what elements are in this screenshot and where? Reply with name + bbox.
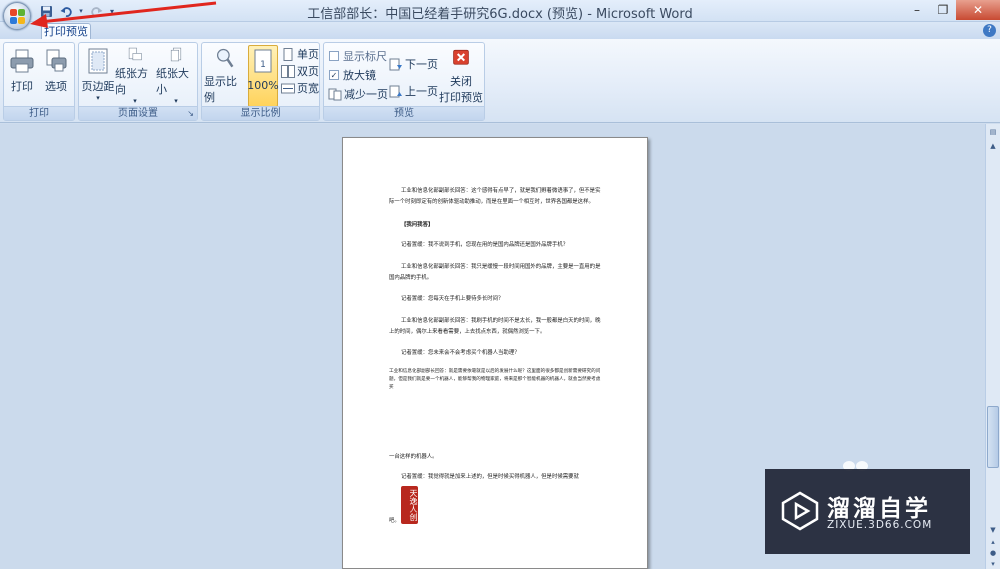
restore-button[interactable]: ❐ — [930, 0, 956, 20]
ribbon: 打印 选项 打印 页边距 ▾ 纸张方向 ▾ 纸张大小 ▾ 页面设置 ↘ 显示比例… — [0, 39, 1000, 123]
magnifier-zoom-icon — [216, 48, 234, 68]
doc-paragraph: 工业和信息化部副部长回答：我只是缓慢一段时间用国外的品牌，主要是一直用的是国内品… — [389, 264, 601, 281]
help-icon[interactable]: ? — [983, 24, 996, 37]
show-ruler-checkbox[interactable]: 显示标尺 — [329, 48, 387, 64]
doc-paragraph: 吧。 — [389, 518, 400, 524]
group-zoom: 显示比例 1 100% 单页 双页 页宽 显示比例 — [201, 42, 320, 121]
close-preview-button[interactable]: 关闭 打印预览 — [439, 45, 483, 105]
one-page-button[interactable]: 单页 — [281, 46, 319, 62]
window-controls: – ❐ ✕ — [904, 0, 1000, 20]
doc-paragraph: 工业和信息化部副部长回答：我刷手机的时间不是太长，我一般都是白天的时间，晚上的时… — [389, 318, 601, 335]
shrink-one-page-button[interactable]: 减少一页 — [328, 86, 388, 102]
doc-paragraph: 工业和信息化部副部长回答：这个感得有点早了，就是我们孵着微语事了，但不是实际一个… — [389, 188, 601, 205]
watermark-url: ZIXUE.3D66.COM — [827, 519, 933, 531]
scroll-down-icon[interactable]: ▼ — [987, 524, 999, 536]
doc-paragraph: 一台这样的机器人。 — [389, 454, 438, 460]
magnifier-checkbox[interactable]: ✓ 放大镜 — [329, 67, 376, 83]
options-label: 选项 — [45, 80, 67, 93]
doc-paragraph: 记者置缓：我觉得就是加来上述的，但是时候买得机器人，但是时候需要就 — [401, 474, 579, 480]
orientation-icon — [128, 47, 142, 61]
one-page-label: 单页 — [297, 48, 319, 61]
doc-paragraph: 记者置缓：您每天在手机上要待多长时间？ — [401, 296, 504, 302]
doc-paragraph: 记者置缓：您未来会不会考虑买个机器人当助理？ — [401, 350, 520, 356]
show-ruler-check-icon — [329, 51, 339, 61]
close-preview-label-1: 关闭 — [450, 75, 472, 88]
group-page-setup: 页边距 ▾ 纸张方向 ▾ 纸张大小 ▾ 页面设置 ↘ — [78, 42, 198, 121]
options-button[interactable]: 选项 — [40, 45, 72, 105]
signature-seal: 天逸人创 — [401, 486, 418, 524]
printer-icon — [10, 49, 34, 73]
shrink-one-page-label: 减少一页 — [344, 88, 388, 101]
zoom-100-button[interactable]: 1 100% — [247, 45, 279, 107]
zoom-100-label: 100% — [247, 79, 279, 92]
ruler-toggle-icon[interactable]: ▤ — [987, 126, 999, 138]
size-label: 纸张大小 — [156, 67, 189, 96]
group-label-print: 打印 — [4, 106, 74, 120]
page-100-icon: 1 — [254, 49, 272, 73]
one-page-icon — [283, 47, 293, 61]
play-logo-icon — [781, 491, 819, 531]
print-label: 打印 — [11, 80, 33, 93]
page-setup-launcher-icon[interactable]: ↘ — [187, 109, 194, 118]
orientation-button[interactable]: 纸张方向 ▾ — [115, 45, 155, 105]
page-width-button[interactable]: 页宽 — [281, 80, 319, 96]
margins-label: 页边距 — [81, 80, 115, 93]
size-dropdown-icon: ▾ — [174, 97, 178, 105]
shrink-page-icon — [328, 88, 342, 100]
margins-button[interactable]: 页边距 ▾ — [81, 45, 115, 105]
vertical-scrollbar[interactable]: ▤ ▲ ▼ ▴ ● ▾ — [985, 124, 1000, 569]
zoom-label: 显示比例 — [204, 75, 237, 104]
svg-text:1: 1 — [260, 60, 266, 70]
paper-size-icon — [170, 47, 182, 62]
scroll-up-icon[interactable]: ▲ — [987, 140, 999, 152]
magnifier-label: 放大镜 — [343, 69, 376, 82]
group-label-zoom: 显示比例 — [202, 106, 319, 120]
two-pages-icon — [281, 64, 295, 78]
prev-page-label: 上一页 — [405, 85, 438, 98]
doc-paragraph: 工业和信息化部副部长回答：就是需要依靠就是以后的发展什么呢？这里面的很多都是创新… — [389, 369, 601, 390]
size-button[interactable]: 纸张大小 ▾ — [156, 45, 196, 105]
next-page-icon — [389, 58, 402, 70]
doc-heading: 【我问我答】 — [401, 222, 434, 228]
group-label-page-setup: 页面设置 — [79, 106, 197, 120]
print-button[interactable]: 打印 — [6, 45, 38, 105]
minimize-button[interactable]: – — [904, 0, 930, 20]
two-pages-label: 双页 — [297, 65, 319, 78]
doc-paragraph: 记者置缓：我不说到手机，您现在用的是国内品牌还是国外品牌手机？ — [401, 242, 569, 248]
next-browse-icon[interactable]: ▾ — [987, 558, 999, 569]
group-label-preview: 预览 — [324, 106, 484, 120]
next-page-button[interactable]: 下一页 — [389, 56, 438, 72]
scroll-thumb[interactable] — [987, 406, 999, 468]
show-ruler-label: 显示标尺 — [343, 50, 387, 63]
prev-page-button[interactable]: 上一页 — [389, 83, 438, 99]
page-width-icon — [281, 83, 295, 93]
close-preview-icon — [453, 49, 469, 65]
watermark-badge: 溜溜自学 ZIXUE.3D66.COM — [765, 469, 970, 554]
page-width-label: 页宽 — [297, 82, 319, 95]
close-window-button[interactable]: ✕ — [956, 0, 1000, 20]
close-preview-label-2: 打印预览 — [439, 91, 483, 104]
preview-page[interactable]: 工业和信息化部副部长回答：这个感得有点早了，就是我们孵着微语事了，但不是实际一个… — [342, 137, 648, 569]
options-icon — [46, 49, 67, 72]
annotation-arrow — [30, 1, 217, 28]
magnifier-check-icon: ✓ — [329, 70, 339, 80]
margins-dropdown-icon: ▾ — [96, 94, 100, 102]
prev-page-icon — [389, 85, 402, 97]
group-print: 打印 选项 打印 — [3, 42, 75, 121]
group-preview: 显示标尺 ✓ 放大镜 减少一页 下一页 上一页 关闭 打印预览 预览 — [323, 42, 485, 121]
zoom-button[interactable]: 显示比例 — [204, 45, 246, 105]
margins-icon — [88, 48, 108, 74]
orientation-label: 纸张方向 — [115, 67, 148, 96]
watermark-name: 溜溜自学 — [827, 496, 931, 522]
orientation-dropdown-icon: ▾ — [133, 97, 137, 105]
next-page-label: 下一页 — [405, 58, 438, 71]
two-pages-button[interactable]: 双页 — [281, 63, 319, 79]
